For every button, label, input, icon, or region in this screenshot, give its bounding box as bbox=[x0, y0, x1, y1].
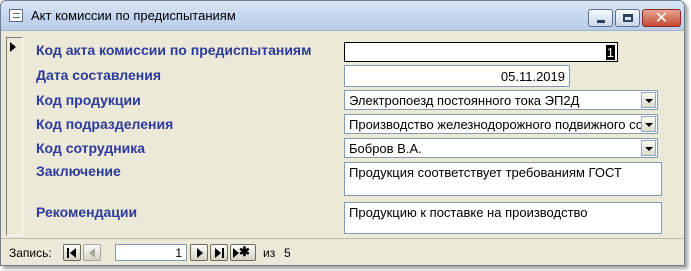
employee-code-combo[interactable]: Бобров В.А. bbox=[344, 138, 658, 158]
act-code-value: 1 bbox=[605, 45, 615, 60]
record-navigation-bar: Запись: 1 ✱ из 5 bbox=[1, 238, 684, 265]
first-record-icon bbox=[70, 248, 76, 258]
close-button[interactable]: ✕ bbox=[642, 8, 681, 27]
form-body: Код акта комиссии по предиспытаниям 1 Да… bbox=[1, 32, 684, 237]
label-product-code: Код продукции bbox=[36, 92, 141, 108]
department-dropdown-button[interactable] bbox=[641, 116, 656, 132]
next-record-button[interactable] bbox=[190, 244, 208, 261]
new-record-button[interactable]: ✱ bbox=[230, 244, 256, 261]
product-code-combo[interactable]: Электропоезд постоянного тока ЭП2Д bbox=[344, 90, 658, 110]
current-record-arrow-icon bbox=[10, 42, 16, 52]
maximize-button[interactable] bbox=[615, 9, 640, 27]
minimize-icon bbox=[597, 20, 605, 23]
maximize-icon bbox=[623, 14, 633, 22]
department-code-value: Производство железнодорожного подвижного… bbox=[349, 117, 644, 132]
recommendations-textarea[interactable]: Продукцию к поставке на производство bbox=[344, 202, 662, 234]
previous-record-icon bbox=[89, 248, 95, 258]
first-record-bar-icon bbox=[67, 248, 69, 258]
total-records: 5 bbox=[284, 246, 291, 260]
new-record-star-icon: ✱ bbox=[239, 244, 250, 259]
previous-record-button[interactable] bbox=[83, 244, 101, 261]
product-dropdown-button[interactable] bbox=[641, 92, 656, 108]
window-title: Акт комиссии по предиспытаниям bbox=[31, 8, 236, 23]
product-code-value: Электропоезд постоянного тока ЭП2Д bbox=[349, 93, 580, 108]
record-label: Запись: bbox=[9, 246, 52, 260]
chevron-down-icon bbox=[645, 99, 653, 103]
close-icon: ✕ bbox=[654, 8, 669, 27]
last-record-icon bbox=[215, 248, 221, 258]
department-code-combo[interactable]: Производство железнодорожного подвижного… bbox=[344, 114, 658, 134]
minimize-button[interactable] bbox=[588, 9, 613, 27]
label-employee-code: Код сотрудника bbox=[36, 140, 146, 156]
label-recommendations: Рекомендации bbox=[36, 204, 138, 220]
record-selector[interactable] bbox=[6, 37, 23, 236]
title-bar[interactable]: Акт комиссии по предиспытаниям ✕ bbox=[1, 1, 684, 31]
of-label: из bbox=[263, 246, 276, 260]
form-icon bbox=[9, 9, 23, 22]
last-record-button[interactable] bbox=[210, 244, 228, 261]
current-record-input[interactable]: 1 bbox=[115, 244, 187, 261]
employee-dropdown-button[interactable] bbox=[641, 140, 656, 156]
employee-code-value: Бобров В.А. bbox=[349, 141, 422, 156]
conclusion-textarea[interactable]: Продукция соответствует требованиям ГОСТ bbox=[344, 162, 662, 196]
form-window: Акт комиссии по предиспытаниям ✕ Код акт… bbox=[0, 0, 685, 266]
date-field[interactable]: 05.11.2019 bbox=[344, 65, 570, 87]
last-record-bar-icon bbox=[222, 248, 224, 258]
act-code-field[interactable]: 1 bbox=[344, 42, 618, 62]
first-record-button[interactable] bbox=[63, 244, 81, 261]
chevron-down-icon bbox=[645, 123, 653, 127]
next-record-icon bbox=[197, 248, 203, 258]
label-conclusion: Заключение bbox=[36, 163, 121, 179]
label-act-code: Код акта комиссии по предиспытаниям bbox=[36, 42, 312, 58]
label-department-code: Код подразделения bbox=[36, 116, 174, 132]
label-date: Дата составления bbox=[36, 67, 162, 83]
chevron-down-icon bbox=[645, 147, 653, 151]
